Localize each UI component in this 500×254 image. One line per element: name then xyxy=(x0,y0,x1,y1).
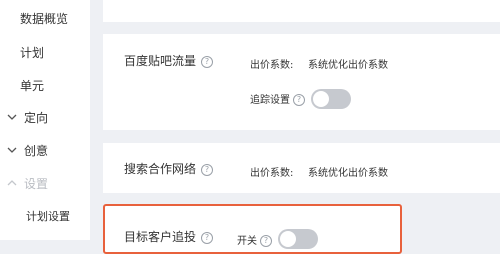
sidebar-item-plan-settings[interactable]: 计划设置 xyxy=(0,207,90,227)
bid-coefficient-value: 系统优化出价系数 xyxy=(308,168,388,179)
help-icon[interactable]: ? xyxy=(201,232,214,244)
main-content: 百度贴吧流量? 出价系数: 系统优化出价系数 追踪设置? 搜索合作网络? 出价系… xyxy=(90,0,500,254)
sidebar-item-label: 创意 xyxy=(24,144,49,158)
settings-card-network: 搜索合作网络? 出价系数: 系统优化出价系数 xyxy=(103,143,500,193)
sidebar: 数据概览 计划 单元 定向 创意 设置 计划设置 xyxy=(0,0,90,240)
retargeting-switch-toggle[interactable] xyxy=(278,229,318,249)
settings-card-target-retargeting: 目标客户追投? 开关? xyxy=(103,204,402,254)
sidebar-item-creative[interactable]: 创意 xyxy=(0,141,90,161)
settings-card-top xyxy=(103,0,500,22)
sidebar-item-data-overview[interactable]: 数据概览 xyxy=(0,9,90,29)
tieba-title: 百度贴吧流量 xyxy=(124,54,197,68)
sidebar-item-unit[interactable]: 单元 xyxy=(0,76,90,96)
sidebar-item-label: 设置 xyxy=(24,177,49,191)
target-title-row: 目标客户追投? xyxy=(124,228,214,245)
network-title: 搜索合作网络 xyxy=(124,162,197,176)
tracking-settings-row: 追踪设置? xyxy=(250,91,305,106)
sidebar-item-settings[interactable]: 设置 xyxy=(0,174,90,194)
sidebar-item-label: 计划 xyxy=(20,46,45,60)
switch-label: 开关 xyxy=(237,236,257,247)
bid-coefficient-label: 出价系数: xyxy=(250,168,294,179)
target-title: 目标客户追投 xyxy=(124,230,197,244)
sidebar-item-label: 数据概览 xyxy=(20,12,69,26)
toggle-knob xyxy=(313,91,329,107)
help-icon[interactable]: ? xyxy=(260,235,272,247)
tracking-settings-label: 追踪设置 xyxy=(250,95,290,106)
network-title-row: 搜索合作网络? xyxy=(124,160,214,177)
sidebar-item-label: 单元 xyxy=(20,79,45,93)
sidebar-item-label: 定向 xyxy=(24,111,49,125)
bid-coefficient-value: 系统优化出价系数 xyxy=(308,60,388,71)
sidebar-item-targeting[interactable]: 定向 xyxy=(0,108,90,128)
chevron-down-icon xyxy=(7,114,17,120)
chevron-up-icon xyxy=(7,180,17,186)
bid-coefficient-label: 出价系数: xyxy=(250,60,294,71)
settings-card-tieba: 百度贴吧流量? 出价系数: 系统优化出价系数 追踪设置? xyxy=(103,34,500,130)
sidebar-item-label: 计划设置 xyxy=(26,210,70,223)
tieba-title-row: 百度贴吧流量? xyxy=(124,52,214,69)
toggle-knob xyxy=(280,231,296,247)
chevron-down-icon xyxy=(7,147,17,153)
sidebar-item-plan[interactable]: 计划 xyxy=(0,43,90,63)
help-icon[interactable]: ? xyxy=(201,56,214,68)
help-icon[interactable]: ? xyxy=(293,94,305,106)
help-icon[interactable]: ? xyxy=(201,164,214,176)
tracking-settings-toggle[interactable] xyxy=(311,89,351,109)
